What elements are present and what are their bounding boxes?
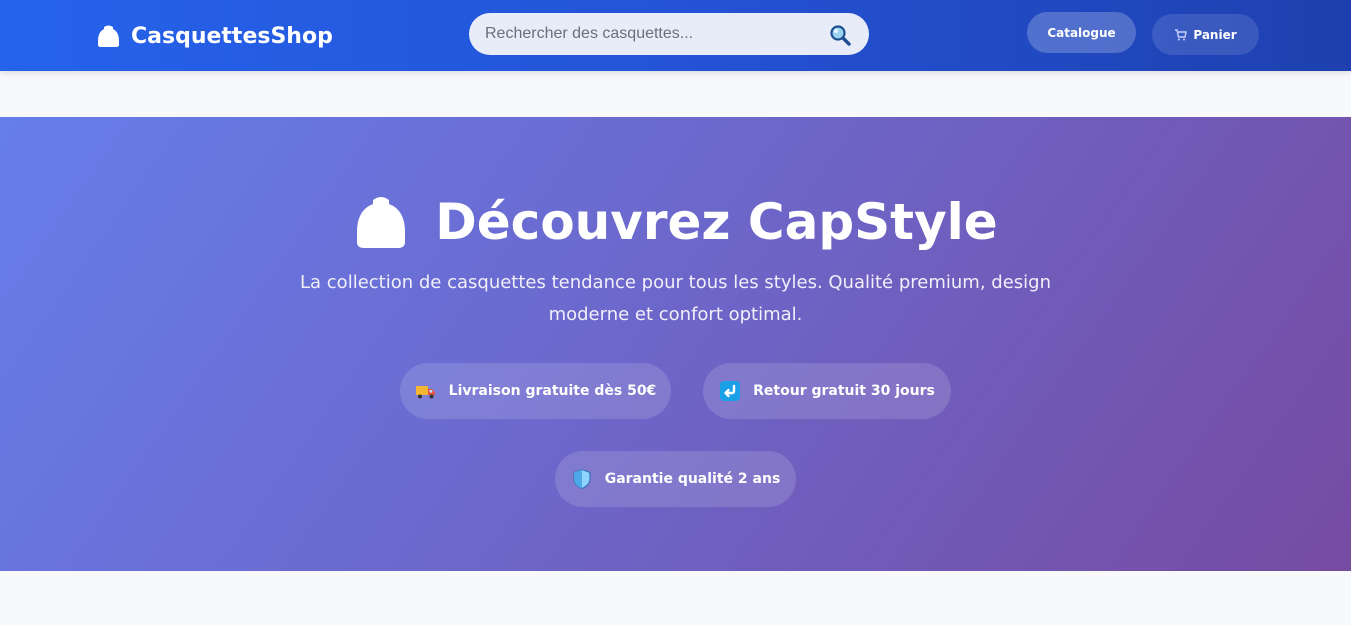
cart-label: Panier xyxy=(1193,27,1237,42)
feature-label: Garantie qualité 2 ans xyxy=(604,471,781,487)
hero-title: Découvrez CapStyle xyxy=(0,187,1351,257)
brand-logo[interactable]: CasquettesShop xyxy=(96,21,333,51)
search-input[interactable] xyxy=(485,14,815,54)
truck-icon xyxy=(415,386,435,399)
catalogue-label: Catalogue xyxy=(1047,25,1116,40)
feature-label: Livraison gratuite dès 50€ xyxy=(448,383,657,399)
cap-icon xyxy=(98,25,119,47)
catalogue-button[interactable]: Catalogue xyxy=(1027,12,1136,53)
cart-icon xyxy=(1175,28,1188,40)
feature-free-return: Retour gratuit 30 jours xyxy=(703,363,951,419)
feature-quality-guarantee: Garantie qualité 2 ans xyxy=(555,451,796,507)
hero-banner: Découvrez CapStyle La collection de casq… xyxy=(0,117,1351,571)
top-navbar: CasquettesShop Catalogue Panier xyxy=(0,0,1351,71)
search-bar xyxy=(469,13,869,55)
return-arrow-icon xyxy=(720,381,741,401)
search-icon[interactable] xyxy=(829,24,851,46)
feature-free-delivery: Livraison gratuite dès 50€ xyxy=(400,363,671,419)
feature-label: Retour gratuit 30 jours xyxy=(753,383,935,399)
cap-icon xyxy=(357,197,406,248)
hero-subtitle: La collection de casquettes tendance pou… xyxy=(300,272,1051,325)
brand-name: CasquettesShop xyxy=(131,23,333,49)
shield-icon xyxy=(573,468,591,490)
hero-title-text: Découvrez CapStyle xyxy=(435,193,998,251)
cart-button[interactable]: Panier xyxy=(1152,14,1259,55)
